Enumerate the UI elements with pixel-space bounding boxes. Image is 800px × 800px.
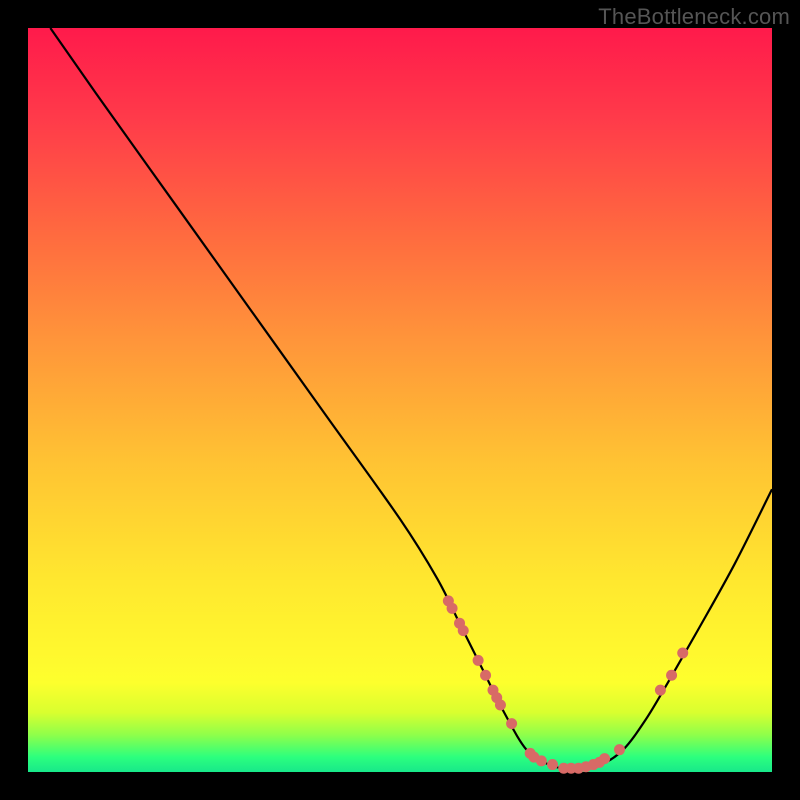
data-point <box>458 625 469 636</box>
chart-svg <box>28 28 772 772</box>
data-markers <box>443 595 688 773</box>
data-point <box>599 753 610 764</box>
data-point <box>473 655 484 666</box>
data-point <box>655 685 666 696</box>
data-point <box>666 670 677 681</box>
data-point <box>547 759 558 770</box>
data-point <box>495 700 506 711</box>
data-point <box>447 603 458 614</box>
data-point <box>480 670 491 681</box>
chart-area <box>28 28 772 772</box>
data-point <box>614 744 625 755</box>
data-point <box>506 718 517 729</box>
data-point <box>536 755 547 766</box>
curve-line <box>50 28 772 769</box>
watermark-text: TheBottleneck.com <box>598 4 790 30</box>
data-point <box>677 647 688 658</box>
